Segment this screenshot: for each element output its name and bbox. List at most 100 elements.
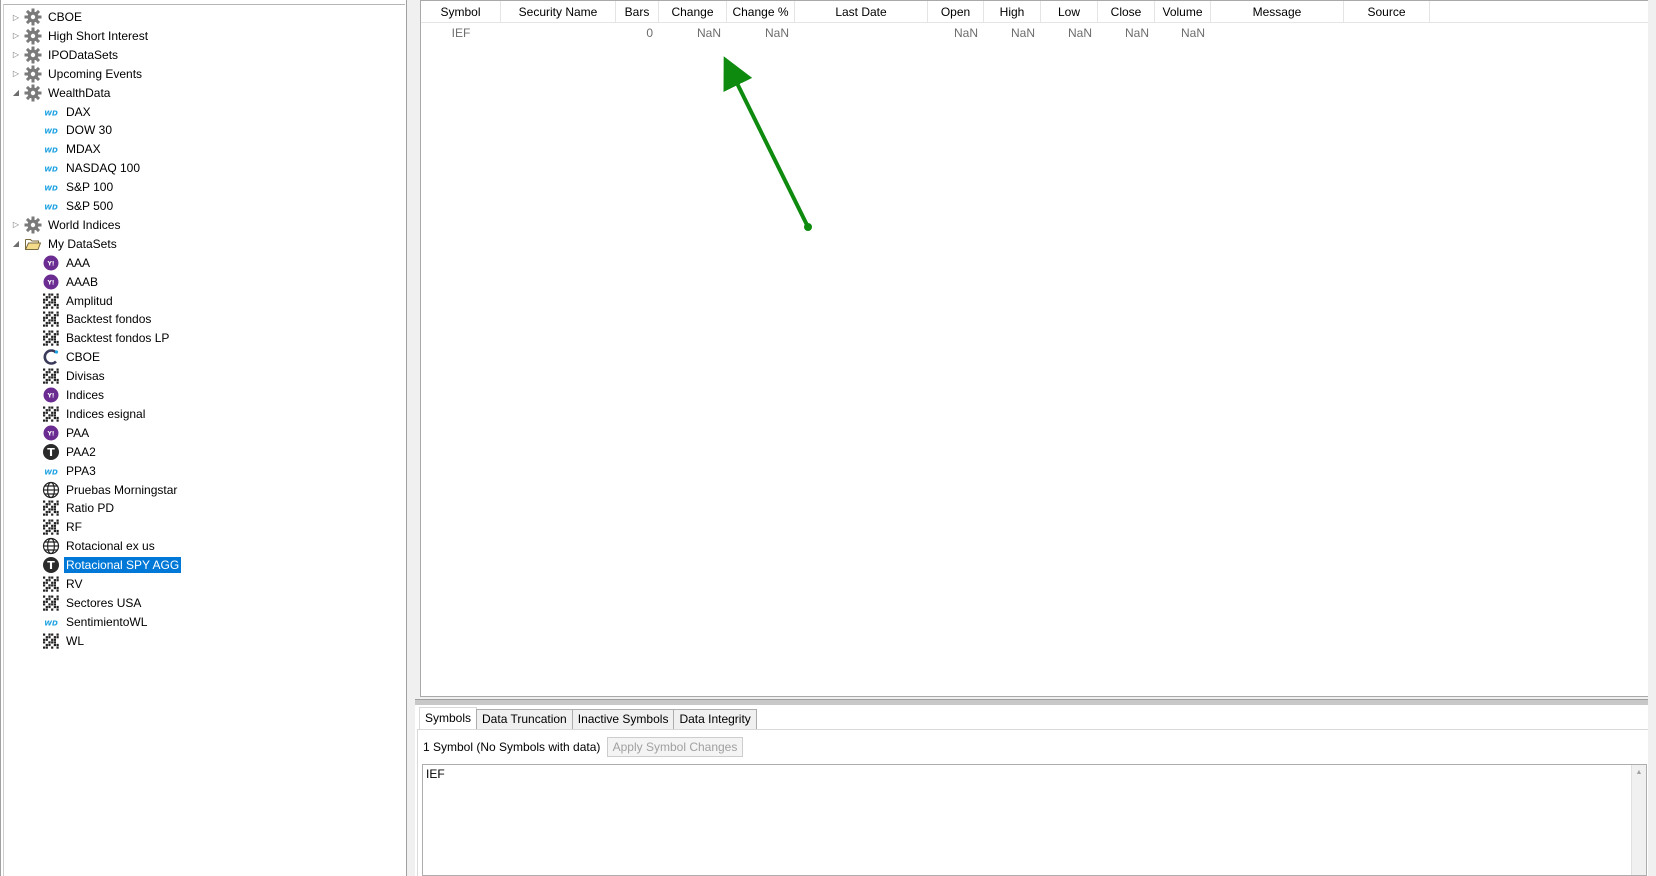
ascii-icon	[42, 405, 60, 423]
tree-item-label: Amplitud	[66, 293, 113, 308]
apply-symbol-changes-button[interactable]: Apply Symbol Changes	[607, 737, 743, 757]
column-header[interactable]: Security Name	[501, 1, 616, 23]
column-header[interactable]: Volume	[1155, 1, 1211, 23]
cell-symbol: IEF	[451, 26, 471, 40]
tree-item[interactable]: T PAA2	[4, 443, 404, 461]
tree-item-label: World Indices	[48, 217, 121, 232]
tree-item[interactable]: WD NASDAQ 100	[4, 159, 404, 177]
tree-item[interactable]: ◢ WealthData	[4, 84, 404, 102]
tab-inactive-symbols[interactable]: Inactive Symbols	[571, 709, 675, 730]
ascii-icon	[42, 310, 60, 328]
tab-data-integrity[interactable]: Data Integrity	[673, 709, 757, 730]
expand-arrow-icon[interactable]: ▷	[11, 12, 21, 22]
column-header[interactable]: Change %	[727, 1, 795, 23]
gear-icon	[24, 65, 42, 83]
tree-item-label: Indices	[66, 388, 105, 402]
tree-item[interactable]: WD PPA3	[4, 462, 404, 480]
tree-item-label: High Short Interest	[48, 28, 149, 43]
collapse-arrow-icon[interactable]: ◢	[11, 88, 21, 98]
annotation-arrow	[723, 56, 812, 231]
wd-icon: WD	[42, 613, 60, 631]
tree-item[interactable]: WD SentimientoWL	[4, 613, 404, 631]
vertical-scrollbar[interactable]: ▲	[1631, 765, 1646, 875]
tree-item-label: RV	[66, 577, 83, 591]
ascii-icon	[42, 499, 60, 517]
expand-arrow-icon[interactable]: ▷	[11, 31, 21, 41]
column-header[interactable]: Last Date	[795, 1, 928, 23]
tab-data-truncation[interactable]: Data Truncation	[476, 709, 573, 730]
symbols-textarea[interactable]: IEF ▲	[422, 764, 1647, 876]
ascii-icon	[42, 594, 60, 612]
wd-icon: WD	[42, 140, 60, 158]
column-header[interactable]: Source	[1344, 1, 1430, 23]
tree-item[interactable]: ▷ Upcoming Events	[4, 65, 404, 83]
column-header[interactable]: Message	[1211, 1, 1344, 23]
cell-volume: NaN	[1180, 26, 1205, 40]
tab-symbols[interactable]: Symbols	[419, 707, 478, 730]
wd-icon: WD	[42, 159, 60, 177]
column-header[interactable]: Open	[928, 1, 984, 23]
tree-item[interactable]: RV	[4, 575, 404, 593]
tree-item[interactable]: Pruebas Morningstar	[4, 481, 404, 499]
tree-item[interactable]: CBOE	[4, 348, 404, 366]
symbols-grid-panel: Symbol Security Name Bars Change Change % Las…	[417, 0, 1656, 700]
column-header[interactable]: Bars	[616, 1, 659, 23]
tree-item[interactable]: WD DAX	[4, 103, 404, 121]
tree-item-label: RF	[66, 520, 82, 535]
column-header[interactable]: Low	[1041, 1, 1098, 23]
tree-item[interactable]: Y! AAAB	[4, 273, 404, 291]
annotation-arrow-dot	[804, 223, 812, 231]
tree-item-label: S&P 100	[66, 180, 114, 195]
tree-item[interactable]: Y! PAA	[4, 424, 404, 442]
tree-item[interactable]: WD S&P 100	[4, 178, 404, 196]
ascii-icon	[42, 518, 60, 536]
tree-item[interactable]: Sectores USA	[4, 594, 404, 612]
yahoo-icon: Y!	[42, 254, 60, 272]
svg-text:WD: WD	[44, 185, 58, 193]
window-right-edge	[1648, 0, 1656, 876]
tree-item[interactable]: Indices esignal	[4, 405, 404, 423]
wd-icon: WD	[42, 178, 60, 196]
expand-arrow-icon[interactable]: ▷	[11, 220, 21, 230]
datasets-tree-panel: ▷ CBOE ▷ High Short Interest ▷ IPODataSets ▷ Up…	[0, 0, 407, 876]
tree-item[interactable]: Divisas	[4, 367, 404, 385]
tree-item[interactable]: ◢ My DataSets	[4, 235, 404, 253]
tree-item[interactable]: WL	[4, 632, 404, 650]
tree-item[interactable]: ▷ World Indices	[4, 216, 404, 234]
tree-item[interactable]: Amplitud	[4, 292, 404, 310]
tree-item-label: SentimientoWL	[66, 614, 148, 629]
yahoo-icon: Y!	[42, 386, 60, 404]
cell-low: NaN	[1067, 26, 1092, 40]
tree-item[interactable]: Rotacional ex us	[4, 537, 404, 555]
tiingo-icon: T	[42, 443, 60, 461]
yahoo-icon: Y!	[42, 273, 60, 291]
tree-item[interactable]: Ratio PD	[4, 499, 404, 517]
tree-item[interactable]: WD S&P 500	[4, 197, 404, 215]
tree-item[interactable]: Y! Indices	[4, 386, 404, 404]
column-header[interactable]: Symbol	[421, 1, 501, 23]
tree-item[interactable]: WD MDAX	[4, 140, 404, 158]
tree-item[interactable]: Y! AAA	[4, 254, 404, 272]
gear-icon	[24, 27, 42, 45]
folder-open-icon	[24, 235, 42, 253]
expand-arrow-icon[interactable]: ▷	[11, 50, 21, 60]
tree-item[interactable]: ▷ High Short Interest	[4, 27, 404, 45]
tree-item[interactable]: RF	[4, 518, 404, 536]
expand-arrow-icon[interactable]: ▷	[11, 69, 21, 79]
tree-item-label: Sectores USA	[66, 595, 142, 610]
ascii-icon	[42, 367, 60, 385]
column-header[interactable]: High	[984, 1, 1041, 23]
column-header[interactable]: Close	[1098, 1, 1155, 23]
tree-item[interactable]: ▷ IPODataSets	[4, 46, 404, 64]
collapse-arrow-icon[interactable]: ◢	[11, 239, 21, 249]
cell-open: NaN	[953, 26, 978, 40]
tree-item[interactable]: ▷ CBOE	[4, 8, 404, 26]
tree-item[interactable]: T Rotacional SPY AGG	[4, 556, 404, 574]
scroll-up-icon[interactable]: ▲	[1635, 769, 1643, 777]
tree-item[interactable]: Backtest fondos	[4, 310, 404, 328]
bottom-panel: Symbols Data Truncation Inactive Symbols Da…	[415, 705, 1656, 876]
tree-item[interactable]: WD DOW 30	[4, 121, 404, 139]
column-header[interactable]: Change	[659, 1, 727, 23]
tree-item[interactable]: Backtest fondos LP	[4, 329, 404, 347]
tree-item-label: Ratio PD	[66, 501, 115, 516]
